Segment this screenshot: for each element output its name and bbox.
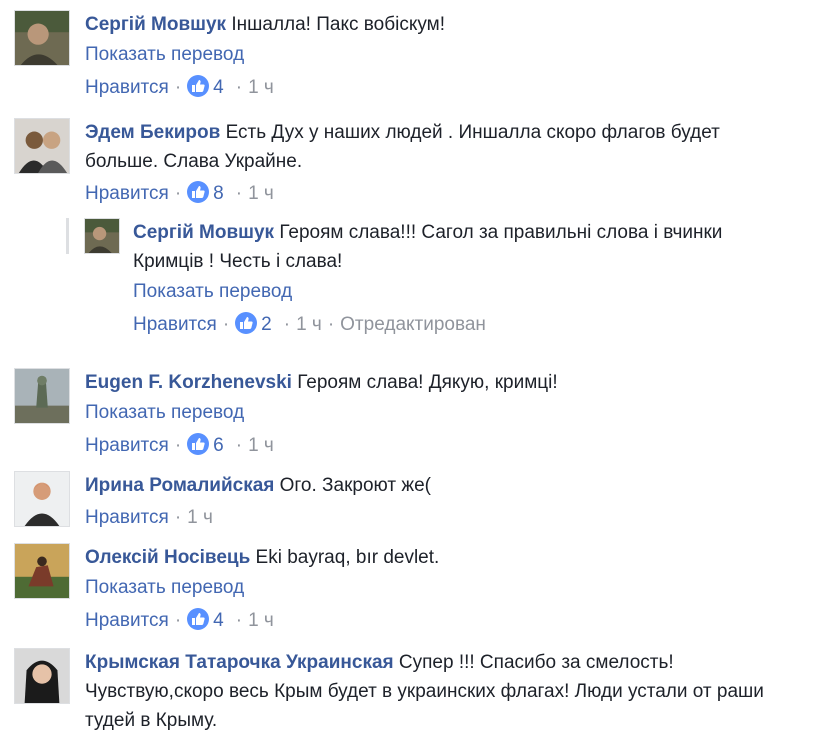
comment-time[interactable]: 1 ч (248, 183, 274, 204)
comment-body: Олексій Носівець Eki bayraq, bır devlet.… (85, 543, 821, 636)
thumbs-up-icon[interactable] (187, 180, 210, 203)
like-link[interactable]: Нравится (133, 314, 217, 335)
separator-dot: · (174, 507, 182, 528)
thumbs-up-icon[interactable] (187, 74, 210, 97)
reaction-count[interactable]: 8 (213, 183, 224, 204)
avatar[interactable] (14, 543, 70, 599)
separator-dot: · (174, 183, 182, 204)
like-link[interactable]: Нравится (85, 435, 169, 456)
like-link[interactable]: Нравится (85, 77, 169, 98)
thumbs-up-icon[interactable] (187, 607, 210, 630)
comment-actions: Нравится · 6 · 1 ч (85, 430, 821, 461)
avatar[interactable] (14, 368, 70, 424)
comment-actions: Нравится · 8 · 1 ч (85, 178, 781, 209)
avatar[interactable] (14, 118, 70, 174)
avatar[interactable] (14, 648, 70, 704)
thumbs-up-icon[interactable] (235, 311, 258, 334)
comment-author-link[interactable]: Eugen F. Korzhenevski (85, 372, 292, 393)
reaction-count[interactable]: 2 (261, 314, 272, 335)
separator-dot: · (174, 77, 182, 98)
separator-dot: · (174, 435, 182, 456)
comment-author-link[interactable]: Сергій Мовшук (133, 222, 274, 243)
comment-text: Іншалла! Пакс вобіскум! (231, 14, 445, 35)
comment-actions: Нравится · 4 · 1 ч (85, 72, 821, 103)
comment-author-link[interactable]: Олексій Носівець (85, 547, 250, 568)
comment-body: Eugen F. Korzhenevski Героям слава! Дяку… (85, 368, 821, 461)
show-translation-link[interactable]: Показать перевод (85, 397, 821, 428)
reaction-count[interactable]: 4 (213, 610, 224, 631)
comment-text-line: Ирина Ромалийская Ого. Закроют же( (85, 471, 821, 500)
separator-dot: · (235, 183, 243, 204)
thumbs-up-icon[interactable] (187, 432, 210, 455)
comment-body: Сергій Мовшук Іншалла! Пакс вобіскум! По… (85, 10, 821, 103)
separator-dot: · (283, 314, 291, 335)
comment-body: Крымская Татарочка Украинская Супер !!! … (85, 648, 781, 735)
comment-body: Ирина Ромалийская Ого. Закроют же( Нрави… (85, 471, 821, 533)
comment-text-line: Сергій Мовшук Іншалла! Пакс вобіскум! (85, 10, 821, 39)
comment-time[interactable]: 1 ч (248, 77, 274, 98)
comment-text-line: Сергій Мовшук Героям слава!!! Сагол за п… (133, 218, 781, 276)
comment-actions: Нравится · 2 · 1 ч · Отредактирован (133, 309, 781, 340)
comment-actions: Нравится · 1 ч (85, 502, 821, 533)
separator-dot: · (222, 314, 230, 335)
reply-thread-line (66, 218, 69, 254)
comment-text-line: Эдем Бекиров Есть Дух у наших людей . Ин… (85, 118, 781, 176)
comment-time[interactable]: 1 ч (296, 314, 322, 335)
comment-text-line: Крымская Татарочка Украинская Супер !!! … (85, 648, 781, 735)
comment-text-line: Eugen F. Korzhenevski Героям слава! Дяку… (85, 368, 821, 397)
show-translation-link[interactable]: Показать перевод (133, 276, 781, 307)
comment-actions: Нравится · 4 · 1 ч (85, 605, 821, 636)
separator-dot: · (235, 435, 243, 456)
separator-dot: · (235, 77, 243, 98)
avatar[interactable] (14, 10, 70, 66)
edited-label[interactable]: Отредактирован (340, 314, 486, 335)
separator-dot: · (174, 610, 182, 631)
show-translation-link[interactable]: Показать перевод (85, 39, 821, 70)
like-link[interactable]: Нравится (85, 183, 169, 204)
separator-dot: · (235, 610, 243, 631)
comment-text: Eki bayraq, bır devlet. (255, 547, 440, 568)
comment-text: Героям слава! Дякую, кримці! (297, 372, 558, 393)
avatar[interactable] (14, 471, 70, 527)
reaction-count[interactable]: 4 (213, 77, 224, 98)
comment-text-line: Олексій Носівець Eki bayraq, bır devlet. (85, 543, 821, 572)
separator-dot: · (327, 314, 335, 335)
comment-time[interactable]: 1 ч (248, 435, 274, 456)
avatar[interactable] (84, 218, 120, 254)
comment-time[interactable]: 1 ч (187, 507, 213, 528)
like-link[interactable]: Нравится (85, 610, 169, 631)
reaction-count[interactable]: 6 (213, 435, 224, 456)
comment-body: Сергій Мовшук Героям слава!!! Сагол за п… (133, 218, 781, 340)
comment-author-link[interactable]: Крымская Татарочка Украинская (85, 652, 394, 673)
comment-author-link[interactable]: Ирина Ромалийская (85, 475, 274, 496)
show-translation-link[interactable]: Показать перевод (85, 572, 821, 603)
comment-author-link[interactable]: Сергій Мовшук (85, 14, 226, 35)
comment-author-link[interactable]: Эдем Бекиров (85, 122, 220, 143)
comment-body: Эдем Бекиров Есть Дух у наших людей . Ин… (85, 118, 781, 209)
comment-text: Ого. Закроют же( (279, 475, 431, 496)
comment-time[interactable]: 1 ч (248, 610, 274, 631)
like-link[interactable]: Нравится (85, 507, 169, 528)
